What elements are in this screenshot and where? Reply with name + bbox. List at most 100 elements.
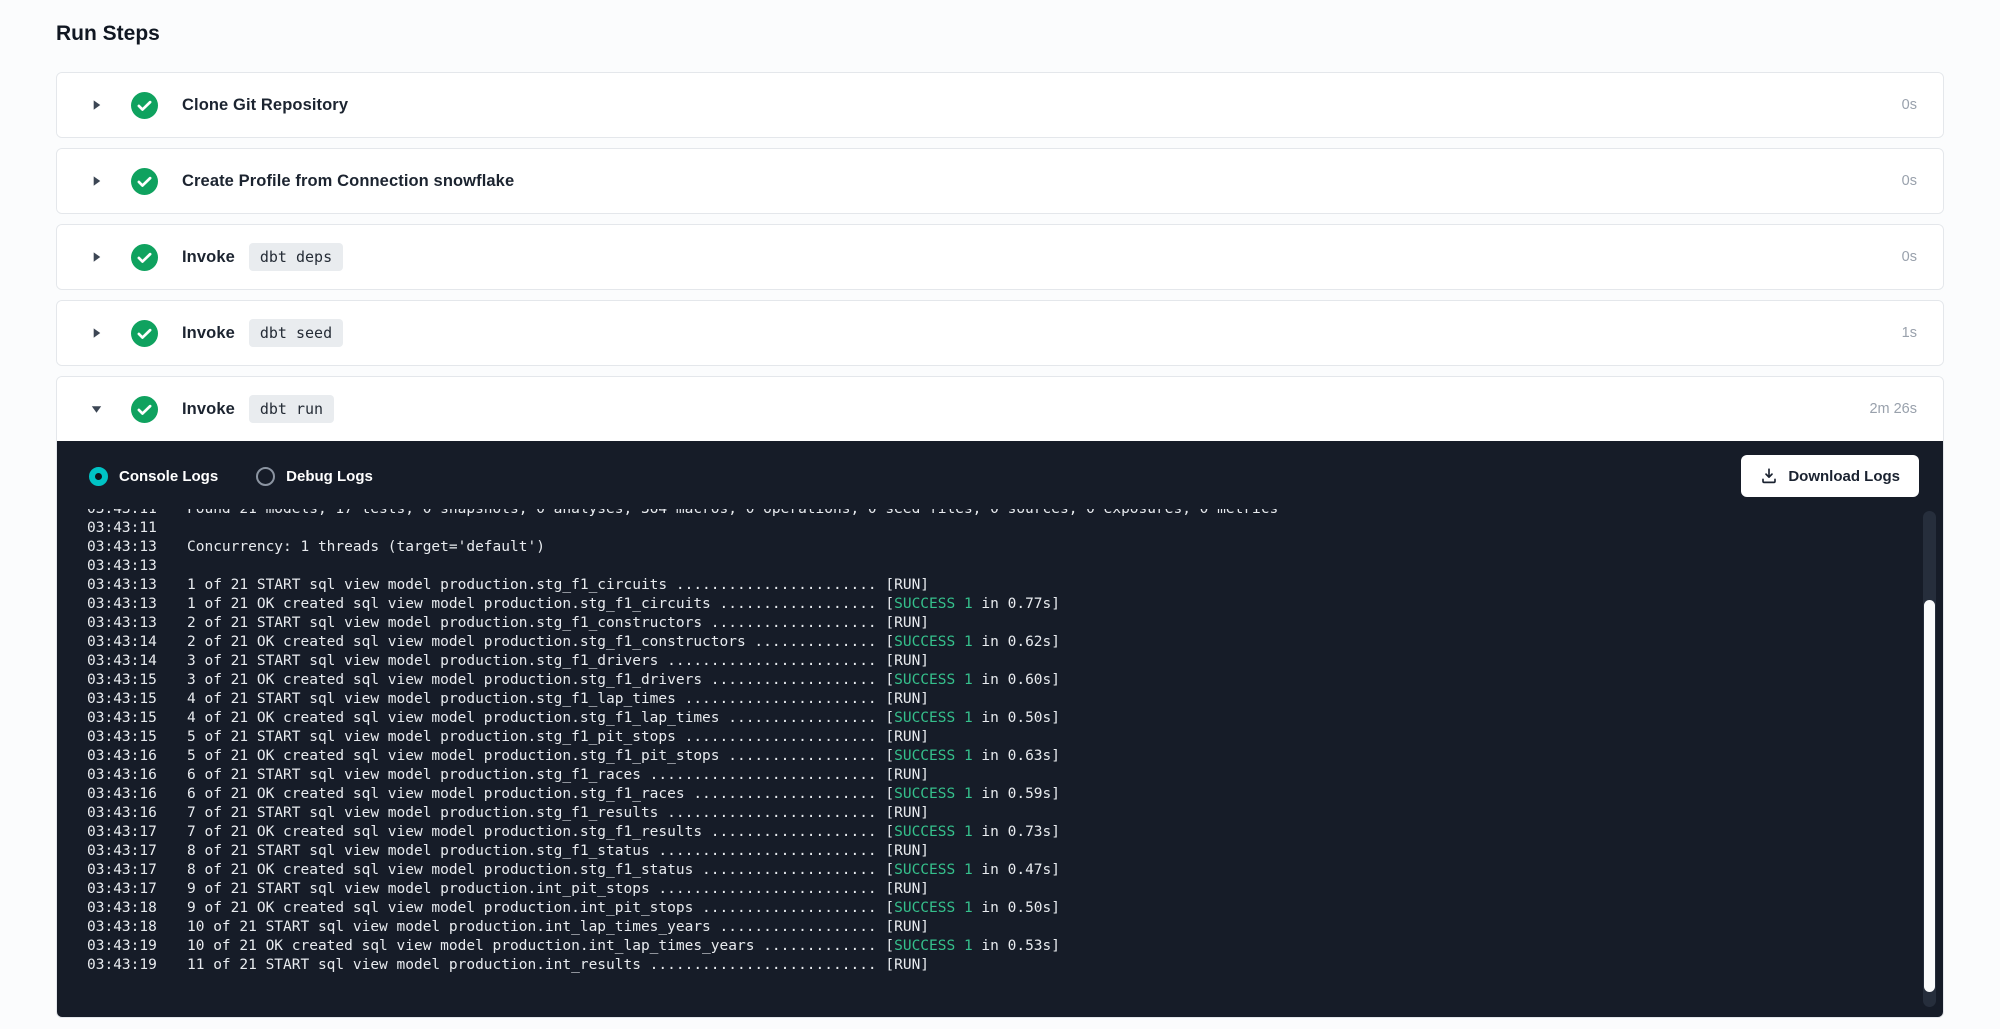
log-line: 03:43:15 3 of 21 OK created sql view mod… [87, 671, 1883, 690]
log-timestamp: 03:43:13 [87, 557, 159, 576]
log-line: 03:43:14 2 of 21 OK created sql view mod… [87, 633, 1883, 652]
run-step: Invoke dbt seed 1s [56, 300, 1944, 366]
log-success-token: SUCCESS 1 [894, 710, 973, 726]
log-line: 03:43:16 6 of 21 OK created sql view mod… [87, 785, 1883, 804]
log-timestamp: 03:43:11 [87, 519, 159, 538]
console-toolbar: Console Logs Debug Logs Download Logs [57, 441, 1943, 507]
command-badge: dbt seed [249, 319, 343, 347]
log-line: 03:43:14 3 of 21 START sql view model pr… [87, 652, 1883, 671]
caret-right-icon[interactable] [89, 173, 107, 189]
console-logs-radio[interactable]: Console Logs [89, 467, 218, 486]
log-timestamp: 03:43:16 [87, 766, 159, 785]
run-step: Clone Git Repository 0s [56, 72, 1944, 138]
log-line: 03:43:15 4 of 21 START sql view model pr… [87, 690, 1883, 709]
debug-logs-radio[interactable]: Debug Logs [256, 467, 373, 486]
log-timestamp: 03:43:17 [87, 823, 159, 842]
log-timestamp: 03:43:15 [87, 690, 159, 709]
success-check-icon [131, 168, 158, 195]
console-scrollbar-thumb[interactable] [1924, 600, 1935, 992]
run-step-header[interactable]: Clone Git Repository 0s [57, 73, 1943, 137]
success-check-icon [131, 244, 158, 271]
log-line: 03:43:13 Concurrency: 1 threads (target=… [87, 538, 1883, 557]
log-message: Found 21 models, 17 tests, 0 snapshots, … [187, 509, 1278, 519]
log-success-token: SUCCESS 1 [894, 824, 973, 840]
log-message: 11 of 21 START sql view model production… [187, 956, 929, 975]
step-label: Create Profile from Connection snowflake [182, 172, 514, 191]
success-check-icon [131, 396, 158, 423]
log-timestamp: 03:43:13 [87, 614, 159, 633]
step-duration: 2m 26s [1869, 401, 1917, 417]
log-timestamp: 03:43:13 [87, 538, 159, 557]
step-duration: 0s [1902, 97, 1917, 113]
log-success-token: SUCCESS 1 [894, 900, 973, 916]
console-scrollbar-track[interactable] [1923, 511, 1936, 1007]
caret-right-icon[interactable] [89, 249, 107, 265]
log-success-token: SUCCESS 1 [894, 634, 973, 650]
log-message: 6 of 21 OK created sql view model produc… [187, 785, 1060, 804]
radio-checked-icon[interactable] [89, 467, 108, 486]
log-line: 03:43:17 8 of 21 START sql view model pr… [87, 842, 1883, 861]
log-timestamp: 03:43:17 [87, 861, 159, 880]
log-message: 5 of 21 START sql view model production.… [187, 728, 929, 747]
log-timestamp: 03:43:11 [87, 509, 159, 519]
step-label: Invoke [182, 324, 235, 343]
log-line: 03:43:16 7 of 21 START sql view model pr… [87, 804, 1883, 823]
log-timestamp: 03:43:19 [87, 937, 159, 956]
log-line: 03:43:15 4 of 21 OK created sql view mod… [87, 709, 1883, 728]
log-message: 7 of 21 START sql view model production.… [187, 804, 929, 823]
success-check-icon [131, 320, 158, 347]
log-line: 03:43:11 [87, 519, 1883, 538]
log-message: 9 of 21 START sql view model production.… [187, 880, 929, 899]
log-success-token: SUCCESS 1 [894, 748, 973, 764]
log-timestamp: 03:43:15 [87, 728, 159, 747]
caret-right-icon[interactable] [89, 97, 107, 113]
log-timestamp: 03:43:16 [87, 804, 159, 823]
caret-right-icon[interactable] [89, 325, 107, 341]
log-lines: 03:43:11 Found 21 models, 17 tests, 0 sn… [87, 509, 1883, 975]
run-step-expanded: Invoke dbt run 2m 26s Console Logs Debug… [56, 376, 1944, 1018]
run-step-header[interactable]: Invoke dbt deps 0s [57, 225, 1943, 289]
log-timestamp: 03:43:13 [87, 595, 159, 614]
step-label: Invoke [182, 248, 235, 267]
success-check-icon [131, 92, 158, 119]
log-line: 03:43:13 2 of 21 START sql view model pr… [87, 614, 1883, 633]
download-logs-button[interactable]: Download Logs [1741, 455, 1919, 497]
run-step: Invoke dbt deps 0s [56, 224, 1944, 290]
console-logs-radio-label: Console Logs [119, 468, 218, 485]
log-message: 3 of 21 OK created sql view model produc… [187, 671, 1060, 690]
run-step-header[interactable]: Invoke dbt run 2m 26s [57, 377, 1943, 441]
log-timestamp: 03:43:18 [87, 899, 159, 918]
log-line: 03:43:17 9 of 21 START sql view model pr… [87, 880, 1883, 899]
log-message: 5 of 21 OK created sql view model produc… [187, 747, 1060, 766]
log-line: 03:43:15 5 of 21 START sql view model pr… [87, 728, 1883, 747]
log-line: 03:43:13 [87, 557, 1883, 576]
log-message: 3 of 21 START sql view model production.… [187, 652, 929, 671]
console-logs-panel: Console Logs Debug Logs Download Logs [57, 441, 1943, 1017]
download-logs-label: Download Logs [1788, 468, 1900, 485]
log-timestamp: 03:43:15 [87, 671, 159, 690]
log-success-token: SUCCESS 1 [894, 672, 973, 688]
log-line: 03:43:18 10 of 21 START sql view model p… [87, 918, 1883, 937]
log-output: 03:43:11 Found 21 models, 17 tests, 0 sn… [57, 509, 1943, 1017]
log-line: 03:43:19 11 of 21 START sql view model p… [87, 956, 1883, 975]
log-message: Concurrency: 1 threads (target='default'… [187, 538, 545, 557]
log-timestamp: 03:43:15 [87, 709, 159, 728]
log-message: 7 of 21 OK created sql view model produc… [187, 823, 1060, 842]
run-step-header[interactable]: Create Profile from Connection snowflake… [57, 149, 1943, 213]
run-step-header[interactable]: Invoke dbt seed 1s [57, 301, 1943, 365]
log-success-token: SUCCESS 1 [894, 862, 973, 878]
log-line: 03:43:11 Found 21 models, 17 tests, 0 sn… [87, 509, 1883, 519]
log-timestamp: 03:43:16 [87, 747, 159, 766]
run-steps-list: Clone Git Repository 0s Create Profile f… [56, 72, 1944, 1018]
command-badge: dbt run [249, 395, 334, 423]
radio-unchecked-icon[interactable] [256, 467, 275, 486]
caret-down-icon[interactable] [89, 401, 107, 417]
step-duration: 1s [1902, 325, 1917, 341]
log-timestamp: 03:43:13 [87, 576, 159, 595]
log-timestamp: 03:43:17 [87, 880, 159, 899]
log-timestamp: 03:43:14 [87, 652, 159, 671]
log-message: 8 of 21 START sql view model production.… [187, 842, 929, 861]
log-timestamp: 03:43:16 [87, 785, 159, 804]
page-title: Run Steps [56, 22, 1944, 46]
log-message: 2 of 21 OK created sql view model produc… [187, 633, 1060, 652]
